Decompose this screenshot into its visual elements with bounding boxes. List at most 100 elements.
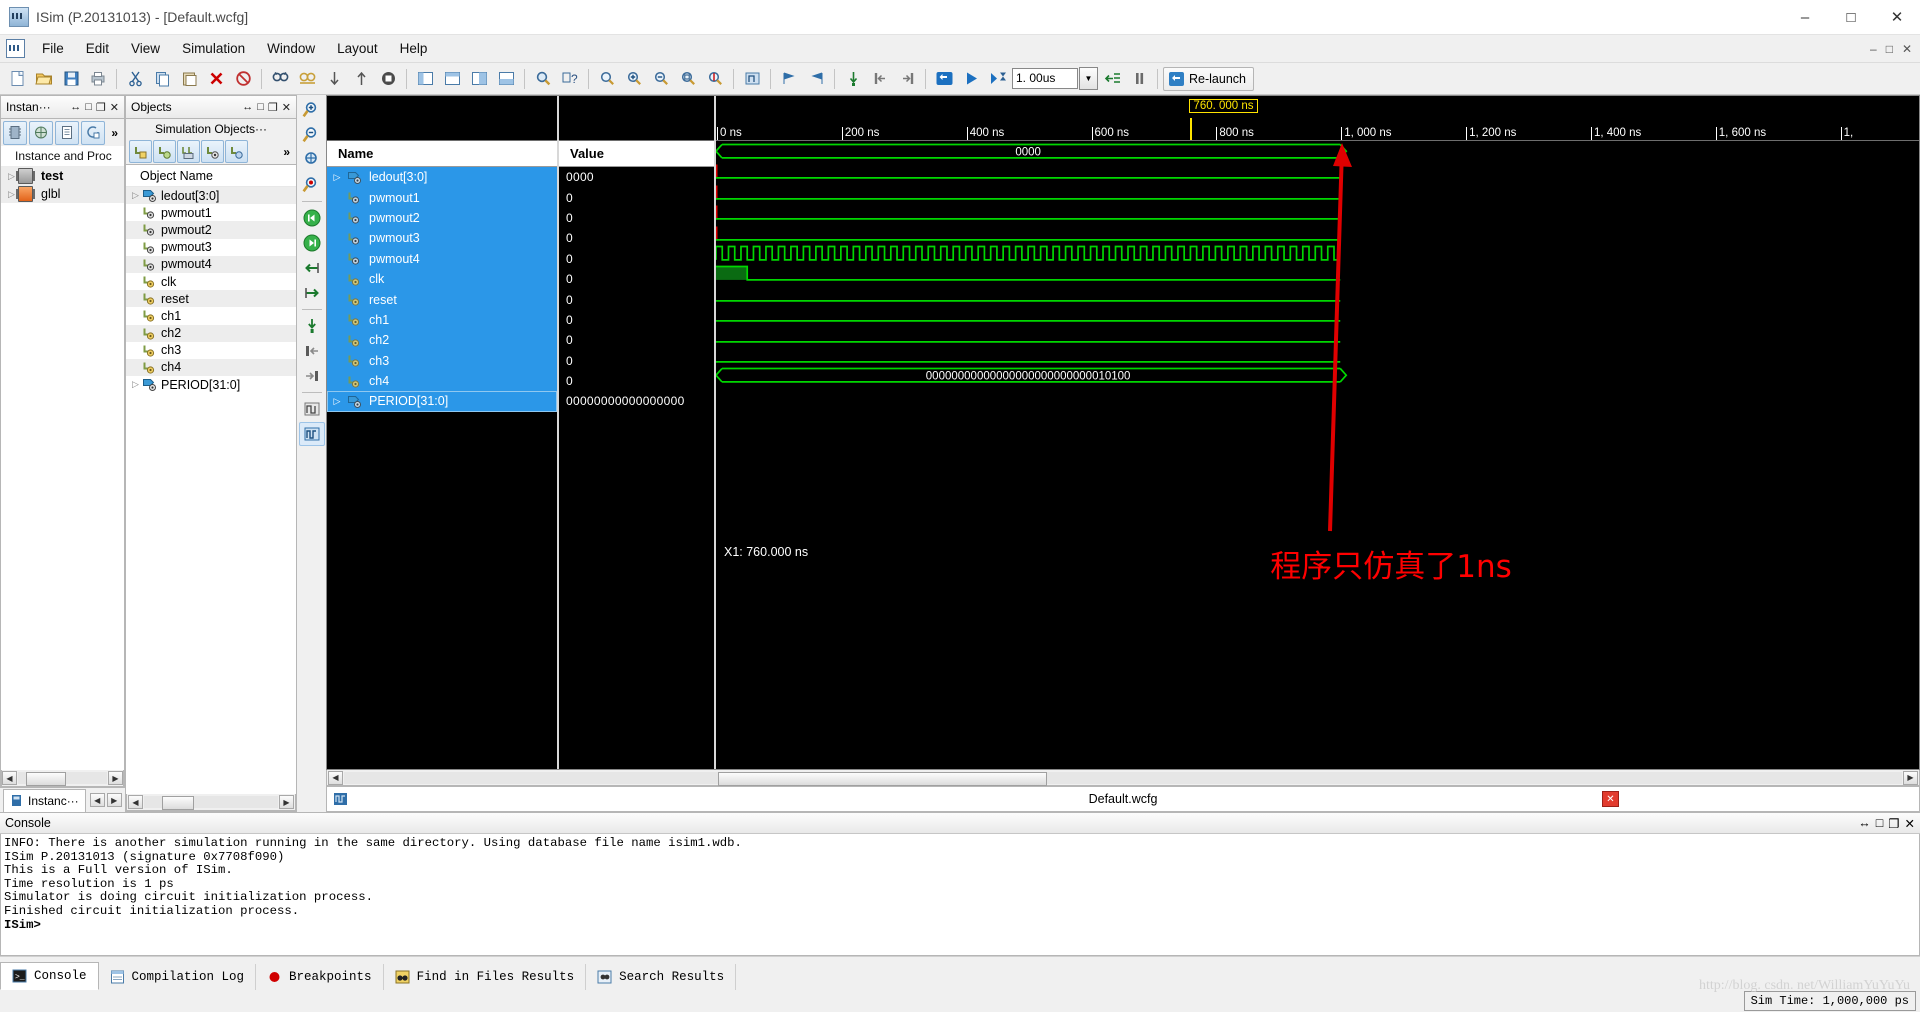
- zoom-cursor-icon[interactable]: [702, 66, 728, 92]
- expander-icon[interactable]: ▷: [129, 190, 142, 201]
- scroll-right-icon[interactable]: ▶: [108, 771, 123, 785]
- goto-source-icon[interactable]: [81, 120, 105, 145]
- scroll-thumb[interactable]: [26, 772, 66, 786]
- object-list-item[interactable]: reset: [126, 290, 296, 308]
- prev-marker-icon[interactable]: [299, 339, 325, 363]
- snap-to-transition-icon[interactable]: [739, 66, 765, 92]
- sort-up-icon[interactable]: [348, 66, 374, 92]
- dock-right-icon[interactable]: [894, 66, 920, 92]
- scroll-track[interactable]: [144, 796, 278, 810]
- wave-signal-row[interactable]: pwmout1: [327, 187, 557, 208]
- add-marker-icon[interactable]: [299, 314, 325, 338]
- filter-input-icon[interactable]: [129, 140, 152, 163]
- panel-resize-icon[interactable]: ↔: [242, 101, 253, 113]
- pause-icon[interactable]: [1126, 66, 1152, 92]
- zoom-cursor-icon[interactable]: [299, 173, 325, 197]
- object-list-item[interactable]: pwmout1: [126, 204, 296, 221]
- panel-resize-icon[interactable]: ↔: [70, 101, 81, 113]
- tab-instances[interactable]: Instanc···: [3, 788, 86, 812]
- wave-signal-row[interactable]: ch3: [327, 350, 557, 371]
- wave-signal-row[interactable]: clk: [327, 268, 557, 290]
- mdi-restore-button[interactable]: □: [1886, 42, 1893, 56]
- run-time-input[interactable]: 1. 00us: [1012, 68, 1078, 89]
- mdi-close-button[interactable]: ✕: [1902, 42, 1912, 56]
- panel-float-icon[interactable]: ❐: [268, 101, 278, 114]
- mdi-minimize-button[interactable]: –: [1870, 42, 1877, 56]
- instances-hscrollbar[interactable]: ◀ ▶: [1, 770, 124, 787]
- console-output[interactable]: INFO: There is another simulation runnin…: [0, 834, 1920, 956]
- filter-internal-icon[interactable]: [201, 140, 224, 163]
- menu-item-simulation[interactable]: Simulation: [171, 38, 256, 59]
- panel-close-icon[interactable]: ✕: [282, 101, 291, 114]
- object-list-item[interactable]: ▷ ledout[3:0]: [126, 187, 296, 205]
- wave-signal-row[interactable]: ▷ PERIOD[31:0]: [327, 391, 557, 412]
- panel-close-icon[interactable]: ✕: [110, 101, 119, 114]
- save-icon[interactable]: [58, 66, 84, 92]
- panel-float-icon[interactable]: ❐: [96, 101, 106, 114]
- maximize-button[interactable]: □: [1828, 0, 1874, 34]
- menu-item-help[interactable]: Help: [389, 38, 439, 59]
- panel-maximize-icon[interactable]: □: [85, 101, 92, 113]
- find-next-icon[interactable]: [294, 66, 320, 92]
- run-all-icon[interactable]: [958, 66, 984, 92]
- zoom-fit-icon[interactable]: [299, 148, 325, 172]
- zoom-in-icon[interactable]: [299, 98, 325, 122]
- instance-view-icon[interactable]: [3, 120, 27, 145]
- tree-item-glbl[interactable]: ▷ glbl: [1, 185, 124, 203]
- objects-toolbar-overflow[interactable]: »: [283, 145, 293, 159]
- wave-signal-row[interactable]: reset: [327, 289, 557, 310]
- object-list-item[interactable]: ch2: [126, 324, 296, 342]
- source-view-icon[interactable]: [55, 120, 79, 145]
- goto-end-icon[interactable]: [299, 231, 325, 255]
- objects-hscrollbar[interactable]: ◀ ▶: [126, 794, 296, 811]
- tab-scroll-right-icon[interactable]: ▶: [106, 793, 122, 807]
- wave-signal-row[interactable]: pwmout4: [327, 248, 557, 269]
- scroll-right-icon[interactable]: ▶: [1903, 770, 1918, 785]
- wave-canvas[interactable]: 0 ns 200 ns 400 ns 600 ns 800 ns 1, 000 ns 1, …: [716, 96, 1919, 769]
- panel-layout-3-icon[interactable]: [466, 66, 492, 92]
- object-list-item[interactable]: ch1: [126, 307, 296, 324]
- panel-layout-1-icon[interactable]: [412, 66, 438, 92]
- object-list-item[interactable]: ▷ PERIOD[31:0]: [126, 376, 296, 393]
- scroll-thumb[interactable]: [162, 796, 194, 810]
- wave-time-ruler[interactable]: 0 ns 200 ns 400 ns 600 ns 800 ns 1, 000 ns 1, …: [716, 96, 1919, 141]
- console-float-icon[interactable]: ❐: [1888, 816, 1899, 831]
- next-transition-icon[interactable]: [299, 281, 325, 305]
- zoom-in-icon[interactable]: [621, 66, 647, 92]
- open-icon[interactable]: [31, 66, 57, 92]
- object-list-item[interactable]: clk: [126, 273, 296, 290]
- tree-item-test[interactable]: ▷ test: [1, 167, 124, 185]
- new-icon[interactable]: [4, 66, 30, 92]
- run-continue-icon[interactable]: [1099, 66, 1125, 92]
- panel-layout-4-icon[interactable]: [493, 66, 519, 92]
- cut-icon[interactable]: [122, 66, 148, 92]
- console-resize-icon[interactable]: ↔: [1858, 816, 1871, 831]
- zoom-out-icon[interactable]: [648, 66, 674, 92]
- scroll-track[interactable]: [18, 772, 107, 786]
- tab-default-wcfg[interactable]: Default.wcfg ✕: [326, 786, 1920, 812]
- object-list-item[interactable]: pwmout3: [126, 239, 296, 256]
- wave-signal-row[interactable]: pwmout3: [327, 228, 557, 249]
- menu-item-view[interactable]: View: [120, 38, 171, 59]
- snap-icon[interactable]: [299, 397, 325, 421]
- object-list-item[interactable]: pwmout4: [126, 255, 296, 273]
- wave-hscrollbar[interactable]: ◀ ▶: [326, 770, 1920, 786]
- console-maximize-icon[interactable]: □: [1876, 816, 1884, 831]
- close-button[interactable]: ✕: [1874, 0, 1920, 34]
- bottom-tab-find-in-files-results[interactable]: Find in Files Results: [384, 964, 587, 990]
- zoom-fit-icon[interactable]: [594, 66, 620, 92]
- menu-item-layout[interactable]: Layout: [326, 38, 389, 59]
- scroll-right-icon[interactable]: ▶: [279, 795, 294, 809]
- scroll-thumb[interactable]: [717, 771, 1048, 786]
- menu-item-file[interactable]: File: [31, 38, 75, 59]
- expander-icon[interactable]: ▷: [327, 172, 347, 183]
- undo-disabled-icon[interactable]: [230, 66, 256, 92]
- stop-icon[interactable]: [375, 66, 401, 92]
- whats-this-icon[interactable]: ?: [557, 66, 583, 92]
- scroll-left-icon[interactable]: ◀: [128, 795, 143, 809]
- bottom-tab-breakpoints[interactable]: Breakpoints: [256, 964, 384, 990]
- next-marker-icon[interactable]: [299, 364, 325, 388]
- zoom-region-icon[interactable]: [675, 66, 701, 92]
- panel-layout-2-icon[interactable]: [439, 66, 465, 92]
- find-icon[interactable]: [267, 66, 293, 92]
